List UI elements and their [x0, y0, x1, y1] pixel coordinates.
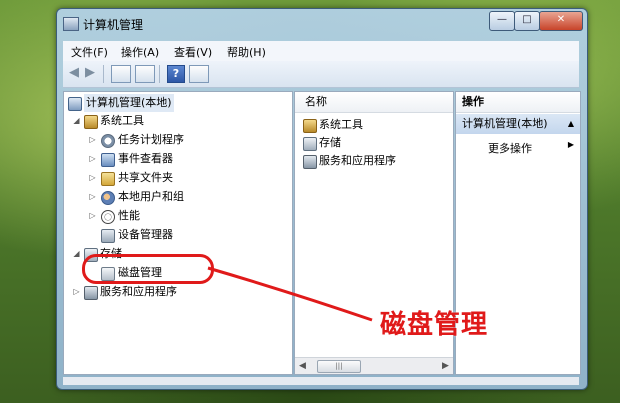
device-manager-icon — [101, 229, 115, 243]
actions-section-computer-management[interactable]: 计算机管理(本地) ▲ — [456, 114, 580, 134]
expand-triangle-icon[interactable]: ▷ — [88, 207, 97, 225]
status-bar — [63, 377, 579, 385]
expand-triangle-icon[interactable]: ▷ — [88, 150, 97, 168]
tree-item-label: 设备管理器 — [118, 228, 173, 241]
menu-action[interactable]: 操作(A) — [121, 44, 159, 60]
submenu-arrow-icon[interactable]: ▶ — [568, 140, 574, 149]
show-hide-tree-icon[interactable] — [111, 65, 131, 83]
menu-help[interactable]: 帮助(H) — [227, 44, 266, 60]
storage-icon — [303, 137, 317, 151]
expand-triangle-icon[interactable]: ▷ — [88, 188, 97, 206]
toolbar-divider — [159, 65, 160, 83]
maximize-button[interactable]: □ — [514, 11, 540, 31]
actions-section-label: 计算机管理(本地) — [462, 117, 548, 130]
actions-header: 操作 — [456, 92, 580, 113]
list-item-label: 服务和应用程序 — [319, 154, 396, 167]
tree-item-label: 事件查看器 — [118, 152, 173, 165]
back-arrow-icon[interactable]: ◀ — [67, 65, 81, 81]
minimize-button[interactable]: — — [489, 11, 515, 31]
forward-arrow-icon[interactable]: ▶ — [83, 65, 97, 81]
tree-item-label: 共享文件夹 — [118, 171, 173, 184]
services-icon — [84, 286, 98, 300]
users-icon — [101, 191, 115, 205]
scrollbar-thumb[interactable]: ||| — [317, 360, 361, 373]
toolbar-divider — [103, 65, 104, 83]
show-hide-action-pane-icon[interactable] — [189, 65, 209, 83]
help-icon[interactable]: ? — [167, 65, 185, 83]
shared-folder-icon — [101, 172, 115, 186]
menu-view[interactable]: 查看(V) — [174, 44, 212, 60]
event-viewer-icon — [101, 153, 115, 167]
tree-item-label: 性能 — [118, 209, 140, 222]
tools-icon — [303, 119, 317, 133]
collapse-triangle-icon[interactable]: ◢ — [72, 245, 81, 263]
window-title: 计算机管理 — [83, 18, 144, 32]
services-icon — [303, 155, 317, 169]
clock-icon — [101, 134, 115, 148]
computer-management-window: 计算机管理 — □ ✕ 文件(F) 操作(A) 查看(V) 帮助(H) ◀ ▶ … — [56, 8, 588, 390]
computer-management-icon — [63, 17, 79, 31]
column-header-name[interactable]: 名称 — [295, 92, 453, 113]
list-item-label: 存储 — [319, 136, 341, 149]
tree-item-label: 任务计划程序 — [118, 133, 184, 146]
tools-icon — [84, 115, 98, 129]
title-bar[interactable]: 计算机管理 — □ ✕ — [57, 9, 587, 37]
tree-item-label: 本地用户和组 — [118, 190, 184, 203]
expand-triangle-icon[interactable]: ▷ — [72, 283, 81, 301]
collapse-up-icon[interactable]: ▲ — [568, 114, 574, 134]
menu-bar: 文件(F) 操作(A) 查看(V) 帮助(H) — [63, 41, 579, 61]
tree-item-label: 服务和应用程序 — [100, 285, 177, 298]
navigation-tree[interactable]: 计算机管理(本地) ◢ 系统工具 ▷ 任务计划程序 ▷ 事件查看器 ▷ 共享文件… — [63, 91, 293, 375]
list-item-label: 系统工具 — [319, 118, 363, 131]
toolbar: ◀ ▶ ? — [63, 61, 579, 88]
annotation-highlight-ring — [82, 254, 214, 284]
computer-icon — [68, 97, 82, 111]
menu-file[interactable]: 文件(F) — [71, 44, 108, 60]
collapse-triangle-icon[interactable]: ◢ — [72, 112, 81, 130]
scroll-right-icon[interactable]: ▶ — [438, 358, 453, 374]
tree-item-label: 计算机管理(本地) — [84, 94, 174, 112]
annotation-label: 磁盘管理 — [380, 310, 489, 340]
scroll-left-icon[interactable]: ◀ — [295, 358, 310, 374]
performance-icon — [101, 210, 115, 224]
expand-triangle-icon[interactable]: ▷ — [88, 169, 97, 187]
horizontal-scrollbar[interactable]: ◀ ||| ▶ — [295, 357, 453, 374]
tree-item-label: 系统工具 — [100, 114, 144, 127]
close-button[interactable]: ✕ — [539, 11, 583, 31]
more-actions-link[interactable]: 更多操作 — [488, 140, 532, 156]
expand-triangle-icon[interactable]: ▷ — [88, 131, 97, 149]
export-list-icon[interactable] — [135, 65, 155, 83]
